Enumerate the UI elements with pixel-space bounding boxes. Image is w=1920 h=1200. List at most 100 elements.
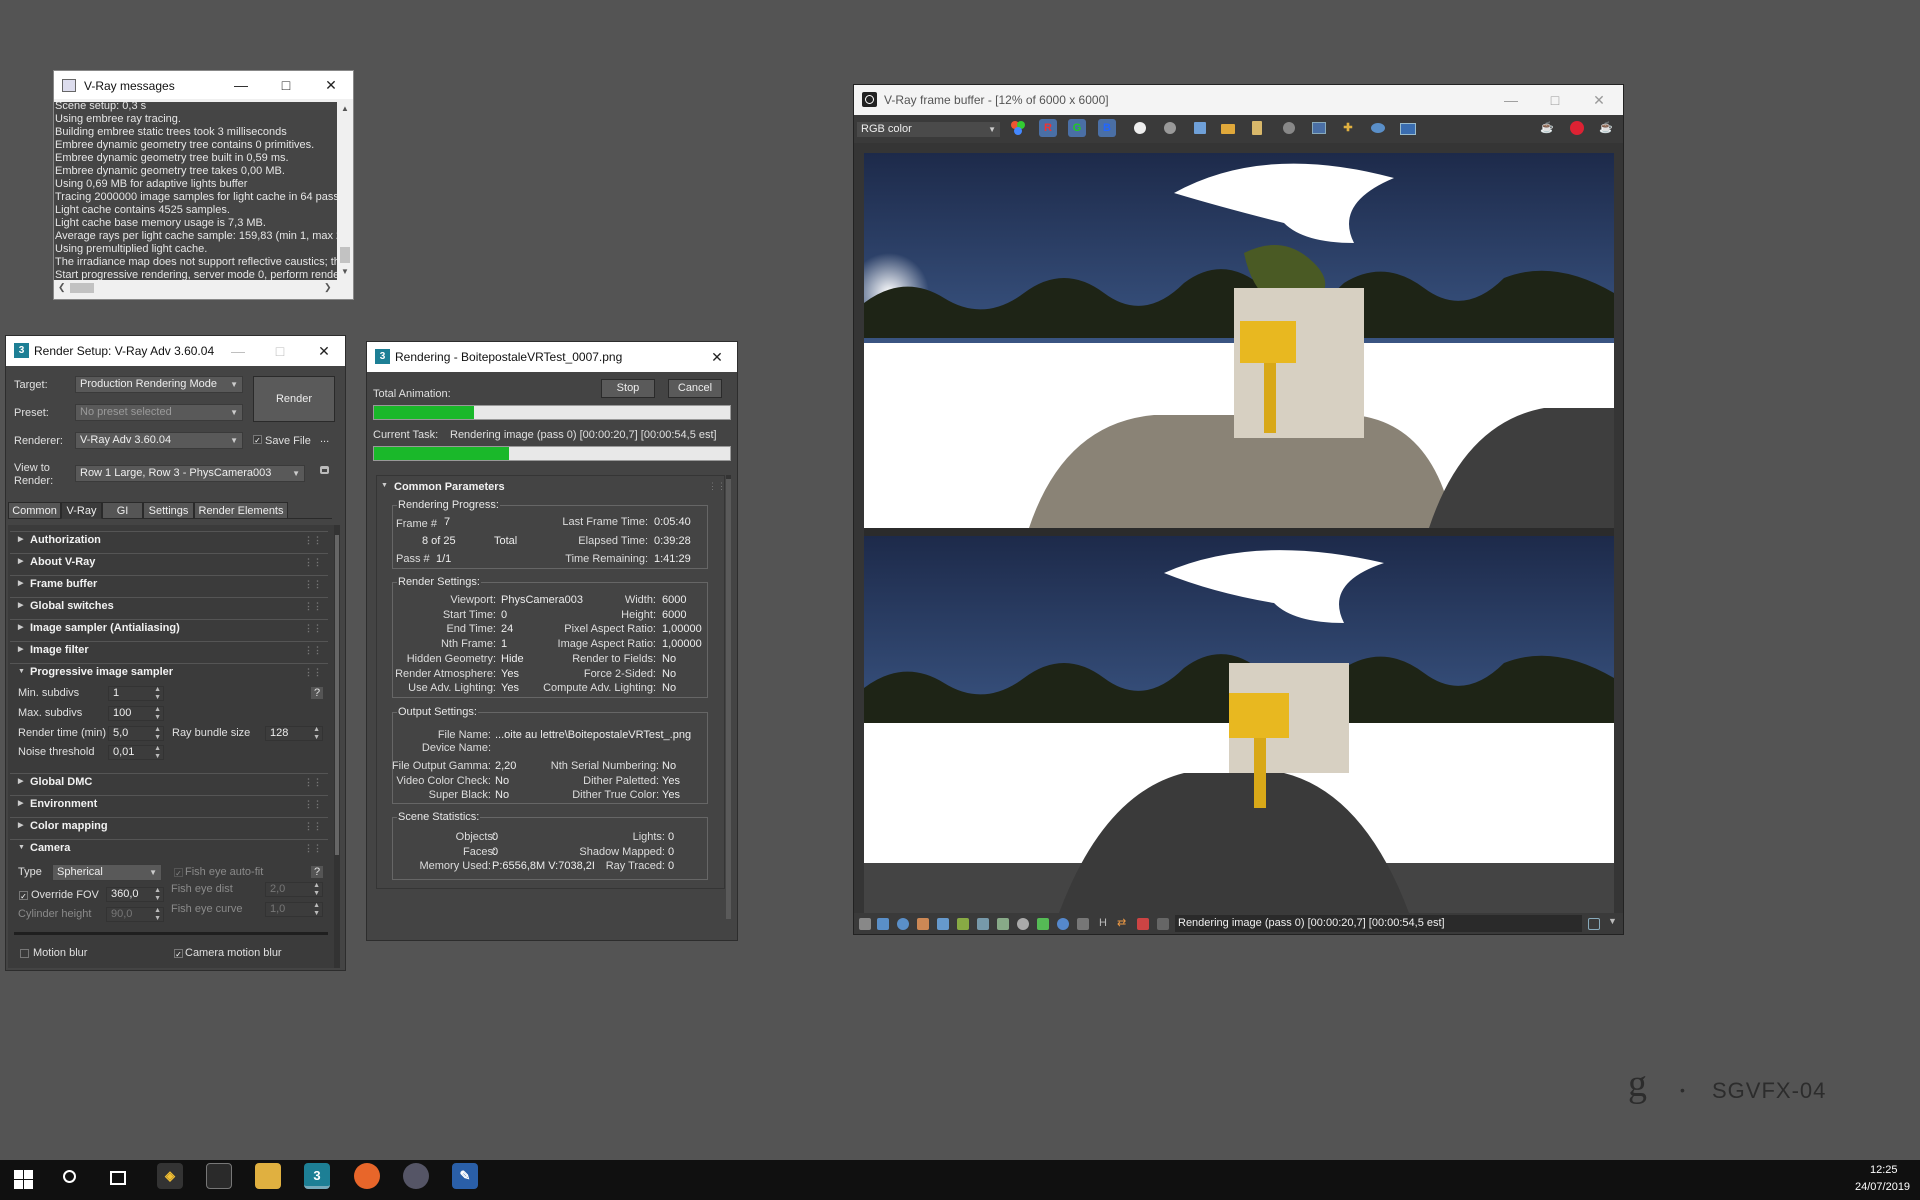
expand-toolbar-icon[interactable]: ▼ bbox=[1608, 916, 1617, 926]
lock-icon[interactable] bbox=[320, 466, 329, 474]
region-render-icon[interactable]: ✚ bbox=[1339, 119, 1357, 137]
fisheye-dist-spinner[interactable]: 2,0 ▲ ▼ bbox=[265, 882, 323, 897]
fisheye-curve-spinner[interactable]: 1,0 ▲ ▼ bbox=[265, 902, 323, 917]
cylinder-height-spinner[interactable]: 90,0 ▲ ▼ bbox=[106, 907, 164, 922]
compare-icon[interactable] bbox=[1077, 918, 1089, 930]
fisheye-autofit-checkbox[interactable]: ✓ bbox=[174, 868, 183, 878]
render-viewport[interactable] bbox=[864, 153, 1614, 913]
cancel-button[interactable]: Cancel bbox=[668, 379, 722, 398]
scroll-right-icon[interactable]: ❯ bbox=[324, 282, 332, 293]
tab-gi[interactable]: GI bbox=[102, 502, 143, 519]
red-channel-button[interactable]: R bbox=[1039, 119, 1057, 137]
message-log[interactable]: Scene setup: 0,3 s Using embree ray traci… bbox=[54, 102, 337, 280]
rollout-camera[interactable]: ▼ Camera ⋮⋮ bbox=[10, 839, 328, 856]
exposure-icon[interactable] bbox=[997, 918, 1009, 930]
vray-taskbar-icon[interactable] bbox=[403, 1163, 429, 1189]
close-button[interactable]: ✕ bbox=[302, 336, 346, 366]
horizontal-flip-label[interactable]: H bbox=[1099, 917, 1107, 929]
view-to-render-dropdown[interactable]: Row 1 Large, Row 3 - PhysCamera003 ▼ bbox=[75, 465, 305, 482]
3dsmax-taskbar-icon[interactable]: 3 bbox=[304, 1163, 330, 1189]
task-view-icon[interactable] bbox=[110, 1171, 126, 1185]
scroll-left-icon[interactable]: ❮ bbox=[58, 282, 66, 293]
h-scroll-thumb[interactable] bbox=[70, 283, 94, 293]
taskbar-app-7-icon[interactable]: ✎ bbox=[452, 1163, 478, 1189]
bars-icon[interactable] bbox=[1137, 918, 1149, 930]
close-button[interactable]: ✕ bbox=[1577, 85, 1621, 115]
save-file-checkbox[interactable]: ✓ bbox=[253, 435, 262, 445]
blue-channel-button[interactable]: B bbox=[1098, 119, 1116, 137]
render-region-icon[interactable] bbox=[1369, 119, 1387, 137]
info-icon[interactable] bbox=[897, 918, 909, 930]
ab-compare-icon[interactable]: ⇄ bbox=[1117, 916, 1126, 929]
min-subdivs-spinner[interactable]: 1 ▲ ▼ bbox=[108, 686, 164, 701]
minimize-button[interactable]: — bbox=[216, 336, 260, 366]
stop-button[interactable]: Stop bbox=[601, 379, 655, 398]
motion-blur-checkbox[interactable] bbox=[20, 949, 29, 958]
ray-bundle-spinner[interactable]: 128 ▲ ▼ bbox=[265, 726, 323, 741]
mono-white-icon[interactable] bbox=[1131, 119, 1149, 137]
taskbar-app-1-icon[interactable]: ◈ bbox=[157, 1163, 183, 1189]
render-time-spinner[interactable]: 5,0 ▲ ▼ bbox=[108, 726, 164, 741]
maximize-button[interactable]: □ bbox=[1533, 85, 1577, 115]
rollout-color-mapping[interactable]: ▶ Color mapping ⋮⋮ bbox=[10, 817, 328, 834]
tab-common[interactable]: Common bbox=[8, 502, 61, 519]
clock-time[interactable]: 12:25 bbox=[1870, 1164, 1898, 1176]
rollout-authorization[interactable]: ▶ Authorization ⋮⋮ bbox=[10, 531, 328, 548]
rollout-image-filter[interactable]: ▶ Image filter ⋮⋮ bbox=[10, 641, 328, 658]
help-button[interactable]: ? bbox=[311, 687, 324, 699]
open-folder-icon[interactable] bbox=[1219, 119, 1237, 137]
search-icon[interactable] bbox=[63, 1170, 76, 1183]
help-button[interactable]: ? bbox=[311, 866, 324, 878]
clear-image-icon[interactable] bbox=[1280, 119, 1298, 137]
lens-effects-icon[interactable] bbox=[1057, 918, 1069, 930]
rollout-frame-buffer[interactable]: ▶ Frame buffer ⋮⋮ bbox=[10, 575, 328, 592]
save-image-icon[interactable] bbox=[1191, 119, 1209, 137]
rollout-image-sampler[interactable]: ▶ Image sampler (Antialiasing) ⋮⋮ bbox=[10, 619, 328, 636]
tab-vray[interactable]: V-Ray bbox=[61, 502, 102, 519]
clipboard-icon[interactable] bbox=[1248, 119, 1266, 137]
scroll-thumb[interactable] bbox=[340, 247, 350, 263]
rollout-environment[interactable]: ▶ Environment ⋮⋮ bbox=[10, 795, 328, 812]
vfb-history-icon[interactable] bbox=[1398, 119, 1416, 137]
interactive-teapot-icon[interactable]: ☕ bbox=[1597, 119, 1615, 137]
vertical-scrollbar[interactable]: ▲ ▼ bbox=[337, 102, 353, 280]
maximize-button[interactable]: □ bbox=[258, 336, 302, 366]
target-dropdown[interactable]: Production Rendering Mode ▼ bbox=[75, 376, 243, 393]
status-icon-1[interactable] bbox=[859, 918, 871, 930]
scroll-thumb[interactable] bbox=[335, 535, 339, 855]
renderer-dropdown[interactable]: V-Ray Adv 3.60.04 ▼ bbox=[75, 432, 243, 449]
rollout-progressive-sampler[interactable]: ▼ Progressive image sampler ⋮⋮ bbox=[10, 663, 328, 680]
close-button[interactable]: ✕ bbox=[309, 71, 353, 99]
maximize-button[interactable]: □ bbox=[264, 71, 308, 99]
override-fov-checkbox[interactable]: ✓ bbox=[19, 891, 28, 901]
levels-icon[interactable] bbox=[917, 918, 929, 930]
lut-icon[interactable] bbox=[937, 918, 949, 930]
settings-gear-icon[interactable] bbox=[1017, 918, 1029, 930]
rollout-about-vray[interactable]: ▶ About V-Ray ⋮⋮ bbox=[10, 553, 328, 570]
camera-type-dropdown[interactable]: Spherical ▼ bbox=[52, 864, 162, 881]
title-bar[interactable]: 3 Rendering - BoitepostaleVRTest_0007.pn… bbox=[367, 342, 737, 372]
windows-start-icon[interactable] bbox=[14, 1170, 34, 1190]
alpha-icon[interactable] bbox=[1161, 119, 1179, 137]
pixel-info-icon[interactable] bbox=[1157, 918, 1169, 930]
more-options-button[interactable]: ... bbox=[320, 433, 329, 445]
firefox-icon[interactable] bbox=[354, 1163, 380, 1189]
override-fov-spinner[interactable]: 360,0 ▲ ▼ bbox=[106, 887, 164, 902]
render-teapot-icon[interactable]: ☕ bbox=[1538, 119, 1556, 137]
file-explorer-icon[interactable] bbox=[255, 1163, 281, 1189]
camera-motion-blur-checkbox[interactable]: ✓ bbox=[174, 949, 183, 959]
title-bar[interactable]: V-Ray frame buffer - [12% of 6000 x 6000… bbox=[854, 85, 1623, 115]
title-bar[interactable]: V-Ray messages — □ ✕ bbox=[54, 71, 353, 99]
scroll-up-icon[interactable]: ▲ bbox=[341, 104, 349, 113]
minimize-button[interactable]: — bbox=[219, 71, 263, 99]
stop-render-icon[interactable] bbox=[1568, 119, 1586, 137]
track-mouse-icon[interactable] bbox=[1309, 119, 1327, 137]
rollout-global-switches[interactable]: ▶ Global switches ⋮⋮ bbox=[10, 597, 328, 614]
scroll-thumb[interactable] bbox=[726, 479, 731, 919]
clock-date[interactable]: 24/07/2019 bbox=[1855, 1181, 1910, 1193]
panel-scrollbar[interactable] bbox=[726, 475, 731, 919]
close-button[interactable]: ✕ bbox=[695, 342, 739, 372]
histogram-icon[interactable] bbox=[977, 918, 989, 930]
color-correction-icon[interactable] bbox=[1037, 918, 1049, 930]
tab-render-elements[interactable]: Render Elements bbox=[194, 502, 288, 519]
